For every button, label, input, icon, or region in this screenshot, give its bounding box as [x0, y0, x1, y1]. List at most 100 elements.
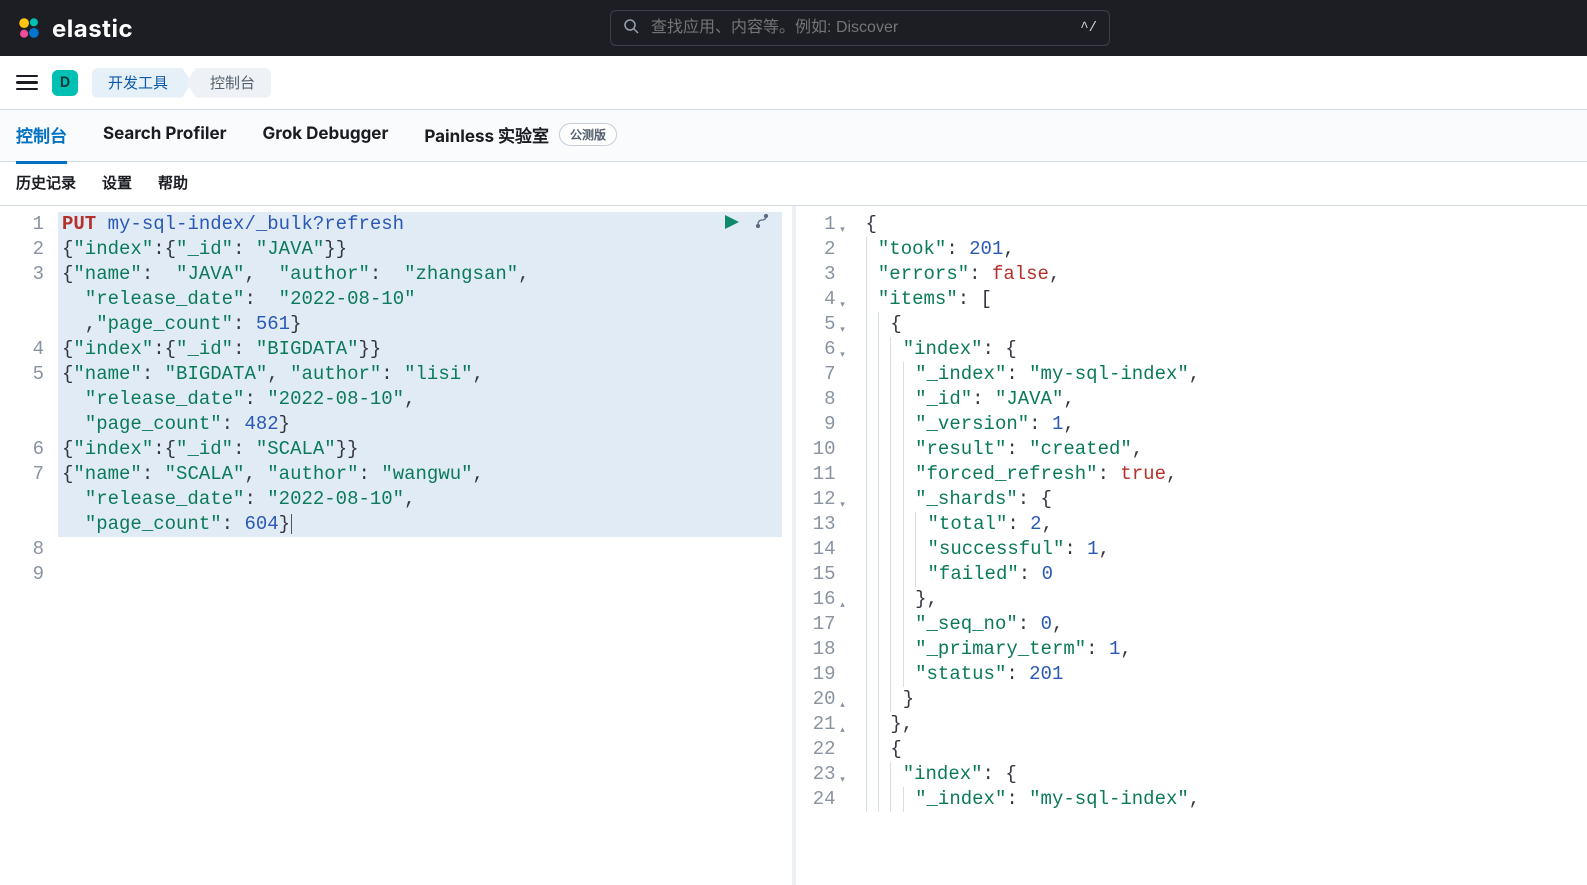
line-number — [0, 412, 58, 437]
send-request-button[interactable] — [722, 212, 742, 232]
tab-grok-debugger[interactable]: Grok Debugger — [263, 110, 389, 161]
code-line[interactable]: "_shards": { — [864, 487, 1587, 512]
tab-console[interactable]: 控制台 — [16, 108, 67, 164]
line-number: 10 — [806, 437, 864, 462]
brand-text: elastic — [52, 14, 133, 43]
code-line[interactable]: "page_count": 604} — [58, 512, 782, 537]
line-number: 9 — [0, 562, 58, 587]
space-avatar[interactable]: D — [52, 70, 78, 96]
line-number: 15 — [806, 562, 864, 587]
line-number: 19 — [806, 662, 864, 687]
code-line[interactable]: { — [864, 212, 1587, 237]
response-gutter: 1▾234▾5▾6▾789101112▾13141516▴17181920▴21… — [806, 206, 864, 885]
tab-painless-lab[interactable]: Painless 实验室 公测版 — [424, 108, 617, 164]
line-number: 8 — [0, 537, 58, 562]
code-line[interactable]: "status": 201 — [864, 662, 1587, 687]
line-number — [0, 387, 58, 412]
code-line[interactable]: "_index": "my-sql-index", — [864, 787, 1587, 812]
code-line[interactable]: "result": "created", — [864, 437, 1587, 462]
code-line[interactable]: "_version": 1, — [864, 412, 1587, 437]
search-shortcut-hint: ^/ — [1080, 20, 1097, 36]
console-split: 123456789 PUT my-sql-index/_bulk?refresh… — [0, 206, 1587, 885]
breadcrumb-dev-tools[interactable]: 开发工具 — [92, 68, 192, 98]
breadcrumb-console: 控制台 — [186, 68, 271, 98]
code-line[interactable]: "total": 2, — [864, 512, 1587, 537]
code-line[interactable]: } — [864, 687, 1587, 712]
elastic-logo-icon — [16, 15, 42, 41]
line-number: 1▾ — [806, 212, 864, 237]
history-link[interactable]: 历史记录 — [16, 172, 76, 193]
line-number: 16▴ — [806, 587, 864, 612]
code-line[interactable]: "failed": 0 — [864, 562, 1587, 587]
code-line[interactable]: {"name": "SCALA", "author": "wangwu", — [58, 462, 782, 487]
line-number: 1 — [0, 212, 58, 237]
line-number: 17 — [806, 612, 864, 637]
code-line[interactable] — [58, 537, 782, 562]
line-number — [0, 512, 58, 537]
line-number: 5 — [0, 362, 58, 387]
request-actions — [722, 212, 772, 232]
line-number: 24 — [806, 787, 864, 812]
code-line[interactable]: {"name": "JAVA", "author": "zhangsan", — [58, 262, 782, 287]
line-number: 4▾ — [806, 287, 864, 312]
request-pane: 123456789 PUT my-sql-index/_bulk?refresh… — [0, 206, 782, 885]
request-options-button[interactable] — [752, 212, 772, 232]
line-number: 14 — [806, 537, 864, 562]
code-line[interactable]: "page_count": 482} — [58, 412, 782, 437]
console-toolbar: 历史记录 设置 帮助 — [0, 162, 1587, 206]
line-number: 23▾ — [806, 762, 864, 787]
global-header: elastic ^/ — [0, 0, 1587, 56]
code-line[interactable]: "forced_refresh": true, — [864, 462, 1587, 487]
brand-logo[interactable]: elastic — [16, 14, 133, 43]
code-line[interactable]: ,"page_count": 561} — [58, 312, 782, 337]
request-gutter: 123456789 — [0, 206, 58, 885]
response-viewer[interactable]: { "took": 201, "errors": false, "items":… — [864, 206, 1587, 885]
code-line[interactable]: "errors": false, — [864, 262, 1587, 287]
code-line[interactable]: "took": 201, — [864, 237, 1587, 262]
code-line[interactable]: "release_date": "2022-08-10", — [58, 387, 782, 412]
code-line[interactable]: {"index":{"_id": "JAVA"}} — [58, 237, 782, 262]
line-number: 3 — [0, 262, 58, 287]
code-line[interactable]: "_id": "JAVA", — [864, 387, 1587, 412]
code-line[interactable]: "_primary_term": 1, — [864, 637, 1587, 662]
help-link[interactable]: 帮助 — [158, 172, 188, 193]
tab-search-profiler[interactable]: Search Profiler — [103, 110, 227, 161]
code-line[interactable]: "_index": "my-sql-index", — [864, 362, 1587, 387]
code-line[interactable]: {"index":{"_id": "BIGDATA"}} — [58, 337, 782, 362]
code-line[interactable]: "items": [ — [864, 287, 1587, 312]
line-number — [0, 487, 58, 512]
code-line[interactable]: }, — [864, 712, 1587, 737]
code-line[interactable]: "index": { — [864, 337, 1587, 362]
drag-handle-icon: || — [791, 538, 797, 553]
code-line[interactable]: {"name": "BIGDATA", "author": "lisi", — [58, 362, 782, 387]
dev-tools-tabs: 控制台 Search Profiler Grok Debugger Painle… — [0, 110, 1587, 162]
code-line[interactable]: {"index":{"_id": "SCALA"}} — [58, 437, 782, 462]
line-number: 7 — [806, 362, 864, 387]
global-search-input[interactable] — [649, 18, 1070, 38]
line-number — [0, 312, 58, 337]
line-number: 8 — [806, 387, 864, 412]
code-line[interactable]: "release_date": "2022-08-10" — [58, 287, 782, 312]
code-line[interactable]: "index": { — [864, 762, 1587, 787]
code-line[interactable]: "_seq_no": 0, — [864, 612, 1587, 637]
breadcrumb: 开发工具 控制台 — [92, 68, 271, 98]
line-number: 9 — [806, 412, 864, 437]
beta-badge: 公测版 — [559, 123, 617, 146]
global-search[interactable]: ^/ — [610, 10, 1110, 46]
code-line[interactable]: }, — [864, 587, 1587, 612]
code-line[interactable]: { — [864, 312, 1587, 337]
code-line[interactable]: "release_date": "2022-08-10", — [58, 487, 782, 512]
pane-divider[interactable]: || — [782, 206, 806, 885]
code-line[interactable]: { — [864, 737, 1587, 762]
line-number: 22 — [806, 737, 864, 762]
line-number: 2 — [0, 237, 58, 262]
code-line[interactable]: PUT my-sql-index/_bulk?refresh — [58, 212, 782, 237]
breadcrumb-bar: D 开发工具 控制台 — [0, 56, 1587, 110]
line-number: 12▾ — [806, 487, 864, 512]
request-editor[interactable]: PUT my-sql-index/_bulk?refresh{"index":{… — [58, 206, 782, 885]
settings-link[interactable]: 设置 — [102, 172, 132, 193]
code-line[interactable] — [58, 562, 782, 587]
line-number: 5▾ — [806, 312, 864, 337]
code-line[interactable]: "successful": 1, — [864, 537, 1587, 562]
nav-toggle-button[interactable] — [16, 72, 38, 94]
